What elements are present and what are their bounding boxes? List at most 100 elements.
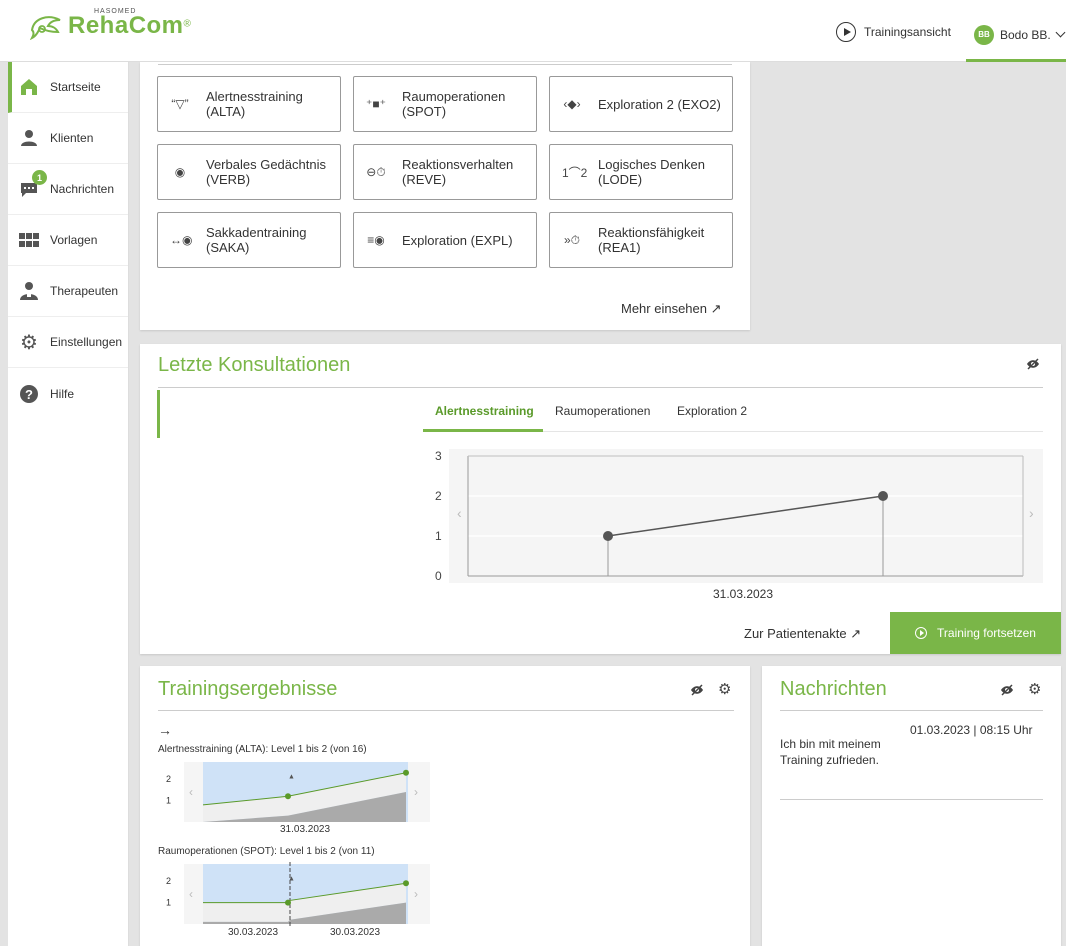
chart-margin: [184, 864, 203, 924]
marker-icon: ▲: [288, 876, 295, 883]
training-tile[interactable]: ≡◉ Exploration (EXPL): [353, 212, 537, 268]
training-tile[interactable]: 1⌒2 Logisches Denken (LODE): [549, 144, 733, 200]
play-circle-icon: [836, 22, 856, 42]
hide-eye-icon[interactable]: [690, 684, 704, 699]
result-date: 31.03.2023: [280, 824, 331, 835]
stopwatch-icon: »⏱: [563, 232, 581, 247]
sidebar-item-therapeuten[interactable]: Therapeuten: [8, 266, 128, 317]
data-point: [285, 899, 291, 906]
training-tile[interactable]: ‹◆› Exploration 2 (EXO2): [549, 76, 733, 132]
tab-exploration-2[interactable]: Exploration 2: [677, 404, 747, 426]
consultation-chart: 0 1 2 3 ‹ › 31.03.2023: [435, 449, 1043, 601]
head-icon: ◉: [174, 165, 186, 179]
tab-raumoperationen[interactable]: Raumoperationen: [555, 404, 650, 426]
saccade-eye-icon: ↔◉: [170, 233, 193, 247]
spot-icon: ⁺■⁺: [366, 97, 386, 111]
message-text[interactable]: Ich bin mit meinem Training zufrieden.: [780, 736, 881, 768]
consultations-title: Letzte Konsultationen: [158, 354, 351, 376]
divider: [158, 387, 1043, 388]
chart-margin: [408, 762, 430, 822]
continue-training-button[interactable]: Training fortsetzen: [890, 612, 1061, 654]
user-name: Bodo BB.: [1000, 27, 1051, 42]
result-chart-spot: 1 2 ‹ › ▲: [166, 862, 430, 926]
bell-icon: “▽”: [171, 97, 189, 111]
y-tick-label: 1: [166, 796, 171, 806]
chart-margin: [184, 762, 203, 822]
sidebar-item-vorlagen[interactable]: Vorlagen: [8, 215, 128, 266]
training-code: (LODE): [598, 172, 643, 187]
sidebar-item-nachrichten[interactable]: 1 Nachrichten: [8, 164, 128, 215]
sidebar-item-label: Therapeuten: [50, 284, 119, 298]
training-tile-label: Reaktionsfähigkeit (REA1): [598, 225, 704, 255]
selection-bar: [157, 390, 160, 438]
training-tile[interactable]: ⁺■⁺ Raumoperationen (SPOT): [353, 76, 537, 132]
training-tile[interactable]: “▽” Alertnesstraining (ALTA): [157, 76, 341, 132]
data-point: [403, 880, 409, 887]
training-name: Exploration (EXPL): [402, 232, 513, 248]
training-tile-label: Logisches Denken (LODE): [598, 157, 705, 187]
rehacom-logo[interactable]: HASOMED RehaCom®: [28, 8, 191, 40]
gear-icon[interactable]: ⚙: [1028, 680, 1041, 698]
training-name: Alertnesstraining: [206, 89, 303, 104]
y-tick-label: 0: [435, 569, 442, 583]
training-tile[interactable]: »⏱ Reaktionsfähigkeit (REA1): [549, 212, 733, 268]
chevron-left-icon: ‹: [189, 887, 193, 901]
sidebar-item-label: Startseite: [50, 80, 101, 94]
training-tile-label: Sakkadentraining (SAKA): [206, 225, 306, 255]
sidebar-item-label: Hilfe: [50, 386, 75, 401]
chevron-right-icon: ›: [414, 785, 418, 799]
results-title: Trainingsergebnisse: [158, 678, 338, 700]
active-tab-indicator: [423, 429, 543, 432]
sidebar-item-klienten[interactable]: Klienten: [8, 113, 128, 164]
chevron-down-icon: [1055, 27, 1066, 38]
training-tile[interactable]: ◉ Verbales Gedächtnis (VERB): [157, 144, 341, 200]
person-icon: [18, 127, 40, 149]
expand-arrow-icon[interactable]: →: [158, 722, 172, 738]
training-name: Logisches Denken: [598, 157, 705, 172]
hide-eye-icon[interactable]: [1026, 358, 1040, 373]
training-tile-label: Raumoperationen (SPOT): [402, 89, 505, 119]
continue-training-label: Training fortsetzen: [937, 626, 1036, 640]
y-tick-label: 2: [166, 774, 171, 784]
play-circle-icon: [915, 627, 928, 639]
divider: [158, 64, 732, 65]
data-point: [285, 793, 291, 800]
hide-eye-icon[interactable]: [1000, 684, 1014, 699]
unread-badge: 1: [32, 170, 47, 185]
user-menu[interactable]: BB Bodo BB.: [966, 10, 1066, 62]
divider: [780, 710, 1043, 711]
result-date: 30.03.2023: [330, 927, 381, 938]
sidebar-item-einstellungen[interactable]: ⚙ Einstellungen: [8, 317, 128, 368]
sequence-icon: 1⌒2: [562, 165, 588, 180]
sidebar-item-label: Klienten: [50, 131, 94, 145]
more-trainings-link[interactable]: Mehr einsehen ↗: [621, 301, 722, 317]
logo-company: HASOMED: [94, 8, 137, 15]
chevron-right-icon: ›: [1029, 505, 1034, 521]
patient-record-link[interactable]: Zur Patientenakte ↗: [744, 626, 861, 642]
message-line: Training zufrieden.: [780, 753, 879, 767]
gear-icon[interactable]: ⚙: [718, 680, 731, 698]
divider: [780, 799, 1043, 800]
messages-card: Nachrichten ⚙ 01.03.2023 | 08:15 Uhr Ich…: [762, 666, 1061, 946]
training-code: (SPOT): [402, 104, 447, 119]
sidebar-item-label: Nachrichten: [50, 182, 115, 196]
training-name: Sakkadentraining: [206, 225, 307, 240]
app-header: HASOMED RehaCom® Trainingsansicht BB Bod…: [0, 0, 1066, 62]
training-name: Verbales Gedächtnis: [206, 157, 326, 172]
help-icon: ?: [18, 383, 40, 405]
training-view-button[interactable]: Trainingsansicht: [836, 22, 951, 42]
results-card: Trainingsergebnisse ⚙ → Alertnesstrainin…: [140, 666, 750, 946]
sidebar-item-startseite[interactable]: Startseite: [8, 62, 128, 113]
consultations-card: Letzte Konsultationen Alertnesstraining …: [140, 344, 1061, 654]
chevron-right-icon: ›: [414, 887, 418, 901]
sidebar-item-hilfe[interactable]: ? Hilfe: [8, 368, 128, 419]
tab-alertnesstraining[interactable]: Alertnesstraining: [435, 404, 534, 426]
training-tile[interactable]: ⊖⏱ Reaktionsverhalten (REVE): [353, 144, 537, 200]
chevron-left-icon: ‹: [457, 505, 462, 521]
timer-icon: ⊖⏱: [366, 164, 386, 179]
scan-eye-icon: ≡◉: [367, 233, 385, 247]
y-tick-label: 2: [435, 489, 442, 503]
message-line: Ich bin mit meinem: [780, 737, 881, 751]
data-point: [878, 491, 888, 501]
training-tile[interactable]: ↔◉ Sakkadentraining (SAKA): [157, 212, 341, 268]
